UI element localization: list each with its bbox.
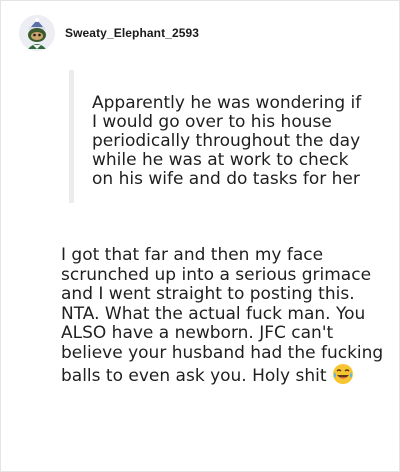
snoo-avatar-icon[interactable]: [19, 15, 55, 51]
comment-card: Sweaty_Elephant_2593 Apparently he was w…: [0, 0, 400, 472]
comment-body: I got that far and then my face scrunche…: [61, 245, 391, 387]
tears-of-joy-emoji-icon: [332, 363, 354, 385]
quote-text: Apparently he was wondering if I would g…: [92, 93, 362, 189]
snoo-avatar-graphic: [19, 15, 55, 51]
quote-block: Apparently he was wondering if I would g…: [69, 70, 369, 203]
comment-header: Sweaty_Elephant_2593: [19, 15, 199, 51]
username[interactable]: Sweaty_Elephant_2593: [65, 26, 199, 40]
